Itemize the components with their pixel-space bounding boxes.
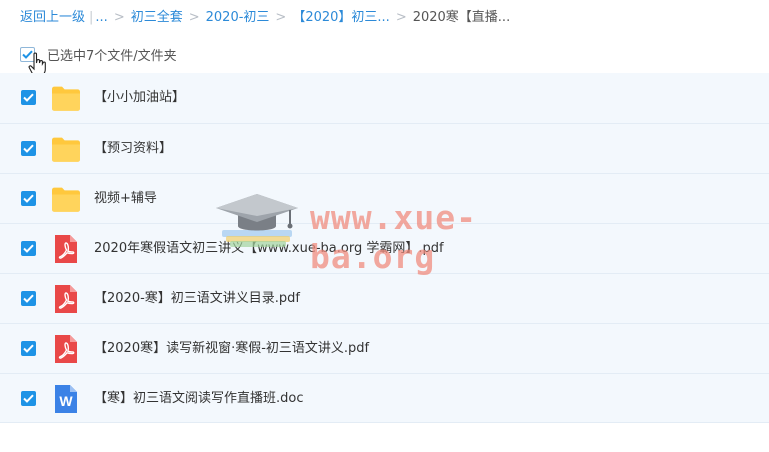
file-checkbox[interactable] xyxy=(21,291,36,306)
folder-icon[interactable] xyxy=(51,135,81,163)
breadcrumb-item-1[interactable]: 初三全套 xyxy=(131,10,183,25)
file-checkbox[interactable] xyxy=(21,191,36,206)
breadcrumb-item-2[interactable]: 2020-初三 xyxy=(206,10,270,25)
file-row[interactable]: 【2020-寒】初三语文讲义目录.pdf xyxy=(0,273,769,323)
svg-text:W: W xyxy=(59,393,73,409)
file-name[interactable]: 【预习资料】 xyxy=(94,124,172,174)
pdf-icon[interactable] xyxy=(51,335,81,363)
check-icon xyxy=(23,294,34,303)
file-row[interactable]: 视频+辅导 xyxy=(0,173,769,223)
file-checkbox[interactable] xyxy=(21,141,36,156)
pdf-icon[interactable] xyxy=(51,285,81,313)
breadcrumb-item-3[interactable]: 【2020】初三... xyxy=(292,10,389,25)
file-checkbox[interactable] xyxy=(21,391,36,406)
file-row[interactable]: 【2020寒】读写新视窗·寒假-初三语文讲义.pdf xyxy=(0,323,769,373)
check-icon xyxy=(23,344,34,353)
breadcrumb-separator: > xyxy=(275,10,287,25)
breadcrumb-separator: > xyxy=(113,10,125,25)
breadcrumb-current: 2020寒【直播... xyxy=(412,10,511,25)
file-name[interactable]: 视频+辅导 xyxy=(94,174,157,224)
breadcrumb-separator: > xyxy=(395,10,407,25)
breadcrumb-back-link[interactable]: 返回上一级 xyxy=(20,10,85,25)
file-name[interactable]: 2020年寒假语文初三讲义【www.xue-ba.org 学霸网】.pdf xyxy=(94,224,444,274)
breadcrumb-ellipsis-link[interactable]: ... xyxy=(95,10,107,25)
breadcrumb-divider: | xyxy=(89,10,94,25)
pdf-icon[interactable] xyxy=(51,235,81,263)
file-checkbox[interactable] xyxy=(21,241,36,256)
file-checkbox[interactable] xyxy=(21,341,36,356)
breadcrumb: 返回上一级 |... > 初三全套 >2020-初三 > 【2020】初三... >2020寒… xyxy=(20,9,510,27)
folder-icon[interactable] xyxy=(51,84,81,112)
check-icon xyxy=(23,244,34,253)
file-row[interactable]: 2020年寒假语文初三讲义【www.xue-ba.org 学霸网】.pdf xyxy=(0,223,769,273)
file-checkbox[interactable] xyxy=(21,90,36,105)
check-icon xyxy=(23,194,34,203)
file-list: 【小小加油站】 【预习资料】 视频+辅导 2020年寒假语文初三讲义【www.xue-… xyxy=(0,73,769,423)
check-icon xyxy=(23,394,34,403)
check-icon xyxy=(23,93,34,102)
file-row[interactable]: 【小小加油站】 xyxy=(0,73,769,123)
file-name[interactable]: 【2020-寒】初三语文讲义目录.pdf xyxy=(94,274,300,324)
file-name[interactable]: 【寒】初三语文阅读写作直播班.doc xyxy=(94,374,304,424)
check-icon xyxy=(23,144,34,153)
selection-count-label: 已选中7个文件/文件夹 xyxy=(47,48,177,64)
breadcrumb-separator: > xyxy=(188,10,200,25)
word-icon[interactable]: W xyxy=(51,385,81,413)
folder-icon[interactable] xyxy=(51,185,81,213)
file-name[interactable]: 【小小加油站】 xyxy=(94,73,185,123)
file-row[interactable]: 【预习资料】 xyxy=(0,123,769,173)
file-name[interactable]: 【2020寒】读写新视窗·寒假-初三语文讲义.pdf xyxy=(94,324,369,374)
file-row[interactable]: W 【寒】初三语文阅读写作直播班.doc xyxy=(0,373,769,423)
